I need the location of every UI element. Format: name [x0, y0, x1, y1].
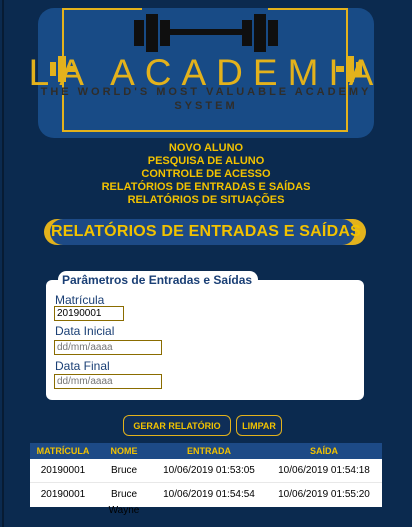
logo-subtitle-line-1: THE WORLD'S MOST VALUABLE ACADEMY [40, 86, 372, 98]
matricula-input[interactable] [54, 306, 124, 321]
cell-entrada: 10/06/2019 01:54:54 [163, 489, 255, 500]
gerar-relatorio-button[interactable]: GERAR RELATÓRIO [123, 415, 231, 436]
cell-nome: Bruce Wayne [108, 489, 140, 516]
data-final-label: Data Final [55, 359, 110, 373]
table-row: 20190001 Bruce Wayne 10/06/2019 01:54:54… [30, 483, 382, 516]
column-header-entrada: ENTRADA [187, 446, 231, 456]
page-title: RELATÓRIOS DE ENTRADAS E SAÍDAS [51, 223, 361, 240]
table-row: 20190001 Bruce Wayne 10/06/2019 01:53:05… [30, 459, 382, 492]
matricula-label: Matrícula [55, 293, 105, 307]
column-header-matricula: MATRÍCULA [36, 446, 90, 456]
cell-nome: Bruce Wayne [109, 465, 140, 492]
data-final-input[interactable] [54, 374, 162, 389]
column-header-nome: NOME [110, 446, 138, 456]
cell-saida: 10/06/2019 01:54:18 [278, 465, 370, 476]
cell-saida: 10/06/2019 01:55:20 [278, 489, 370, 500]
data-inicial-input[interactable] [54, 340, 162, 355]
nav-relatorios-entradas-saidas[interactable]: RELATÓRIOS DE ENTRADAS E SAÍDAS [0, 181, 412, 194]
dumbbell-icon [134, 14, 278, 52]
nav-novo-aluno[interactable]: NOVO ALUNO [0, 142, 412, 155]
form-legend: Parâmetros de Entradas e Saídas [58, 271, 259, 288]
limpar-button[interactable]: LIMPAR [236, 415, 282, 436]
data-inicial-label: Data Inicial [55, 324, 115, 338]
cell-matricula: 20190001 [40, 465, 86, 476]
logo-subtitle-line-2: SYSTEM [174, 100, 238, 112]
cell-matricula: 20190001 [40, 489, 86, 500]
nav-relatorios-situacoes[interactable]: RELATÓRIOS DE SITUAÇÕES [0, 194, 412, 207]
column-header-saida: SAÍDA [309, 446, 338, 456]
cell-entrada: 10/06/2019 01:53:05 [163, 465, 255, 476]
main-navigation: NOVO ALUNO PESQUISA DE ALUNO CONTROLE DE… [0, 142, 412, 207]
table-header: MATRÍCULA NOME ENTRADA SAÍDA [30, 443, 382, 459]
nav-pesquisa-aluno[interactable]: PESQUISA DE ALUNO [0, 155, 412, 168]
nav-controle-acesso[interactable]: CONTROLE DE ACESSO [0, 168, 412, 181]
